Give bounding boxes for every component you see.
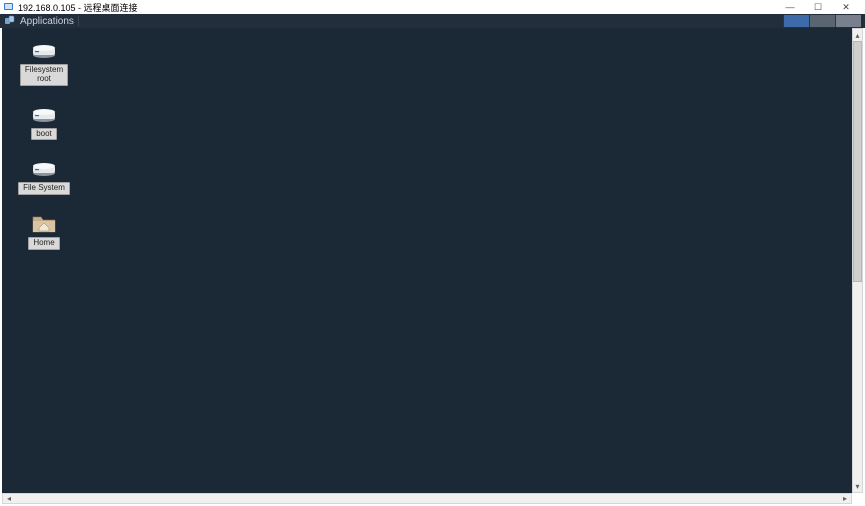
desktop-viewport: Filesystem root boot	[2, 28, 852, 493]
workspace-indicator-3[interactable]	[835, 15, 861, 27]
horizontal-scrollbar[interactable]: ◂ ▸	[2, 493, 852, 504]
desktop-icon-label: File System	[18, 182, 70, 195]
horizontal-scroll-track[interactable]	[15, 494, 839, 503]
applications-menu[interactable]: Applications	[20, 16, 74, 27]
drive-icon	[31, 106, 57, 124]
desktop-icon-home[interactable]: Home	[16, 215, 72, 250]
desktop-icons-column: Filesystem root boot	[16, 42, 72, 250]
maximize-button[interactable]: ☐	[811, 1, 825, 13]
drive-icon	[31, 160, 57, 178]
workspace-indicator-1[interactable]	[783, 15, 809, 27]
window-controls: — ☐ ✕	[783, 1, 861, 13]
desktop-icon-filesystem-root[interactable]: Filesystem root	[16, 42, 72, 86]
window-titlebar: 192.168.0.105 - 远程桌面连接 — ☐ ✕	[0, 0, 865, 14]
close-button[interactable]: ✕	[839, 1, 853, 13]
rdp-window-icon	[4, 2, 14, 12]
drive-icon	[31, 42, 57, 60]
desktop-icon-file-system[interactable]: File System	[16, 160, 72, 195]
desktop-icon-boot[interactable]: boot	[16, 106, 72, 141]
vertical-scroll-track[interactable]	[853, 41, 862, 480]
workspace-indicator-2[interactable]	[809, 15, 835, 27]
panel-tray	[783, 15, 861, 27]
scroll-left-arrow-icon[interactable]: ◂	[3, 494, 15, 503]
vertical-scrollbar[interactable]: ▴ ▾	[852, 28, 863, 493]
home-folder-icon	[31, 215, 57, 233]
minimize-button[interactable]: —	[783, 1, 797, 13]
applications-menu-icon[interactable]	[4, 15, 16, 27]
desktop-icon-label: boot	[31, 128, 57, 141]
scroll-up-arrow-icon[interactable]: ▴	[853, 29, 862, 41]
desktop-icon-label: Filesystem root	[20, 64, 68, 86]
desktop[interactable]: Filesystem root boot	[2, 28, 852, 493]
scroll-down-arrow-icon[interactable]: ▾	[853, 480, 862, 492]
scroll-right-arrow-icon[interactable]: ▸	[839, 494, 851, 503]
desktop-icon-label: Home	[28, 237, 59, 250]
window-title: 192.168.0.105 - 远程桌面连接	[18, 1, 783, 14]
vertical-scroll-thumb[interactable]	[853, 41, 862, 282]
panel-divider	[78, 16, 79, 26]
remote-panel: Applications	[0, 14, 865, 28]
